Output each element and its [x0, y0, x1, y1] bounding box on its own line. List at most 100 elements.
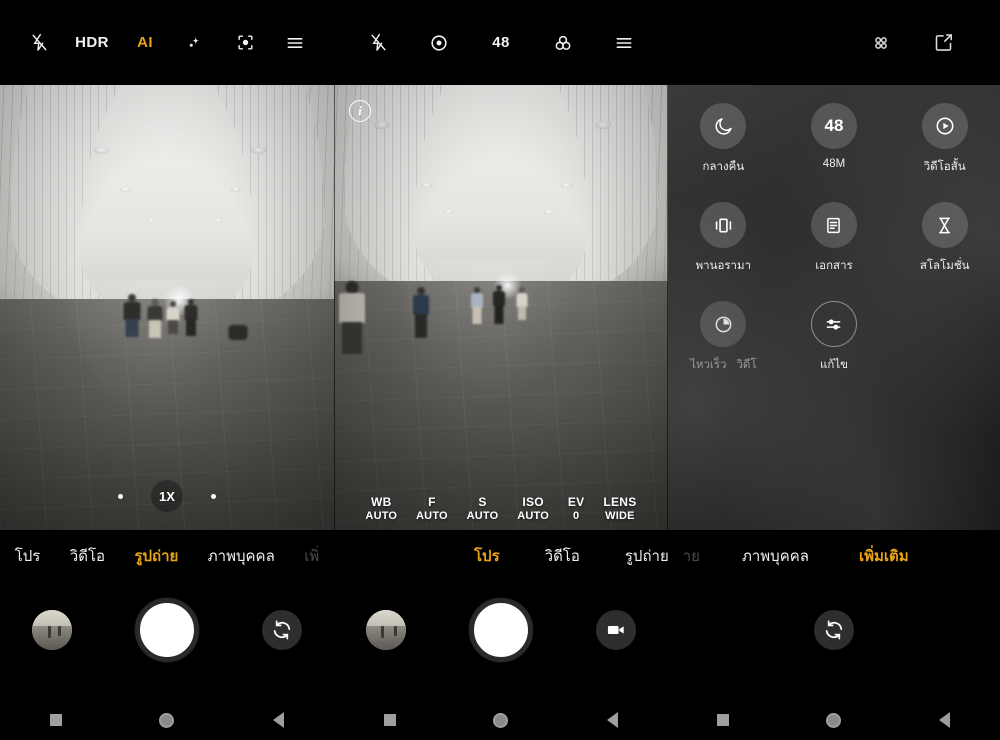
person-figure	[514, 287, 529, 321]
nav-group-1	[0, 700, 334, 740]
mode-menu-background: กลางคืน 48 48M วิดีโอสั้น พานอรามา เอกสา…	[668, 85, 1000, 530]
android-navigation-bar	[0, 700, 1000, 740]
flash-off-icon[interactable]	[22, 26, 56, 60]
switch-camera-icon[interactable]	[814, 609, 854, 650]
nav-group-2	[334, 700, 668, 740]
mode-tabs-photo: โปร วิดีโอ รูปถ่าย ภาพบุคคล เพิ่	[0, 530, 334, 582]
viewfinder-photo[interactable]: 1X	[0, 85, 334, 530]
mode-48m[interactable]: 48 48M	[779, 103, 890, 202]
tab-photo-ghost[interactable]: าย	[683, 544, 700, 568]
pro-setting-ev[interactable]: EV 0	[568, 495, 585, 524]
panorama-icon	[700, 202, 747, 248]
ai-toggle[interactable]: AI	[128, 26, 162, 60]
person-figure	[337, 280, 367, 355]
mode-grid: กลางคืน 48 48M วิดีโอสั้น พานอรามา เอกสา…	[668, 103, 1000, 400]
camera-panel-photo: HDR AI 1X โปร วิดีโอ รูปถ่าย ภาพบุคคล เพ…	[0, 0, 334, 700]
top-toolbar-photo: HDR AI	[0, 0, 334, 85]
document-icon	[810, 202, 857, 248]
pro-value: AUTO	[517, 510, 550, 523]
switch-camera-icon[interactable]	[262, 609, 303, 650]
back-button[interactable]	[932, 707, 958, 733]
tab-more[interactable]: เพิ่มเติม	[859, 544, 909, 568]
tab-portrait[interactable]: ภาพบุคคล	[742, 544, 809, 568]
lens-scan-icon[interactable]	[228, 26, 262, 60]
pro-setting-wb[interactable]: WB AUTO	[365, 495, 397, 524]
play-circle-icon	[921, 103, 968, 149]
top-toolbar-pro: 48	[334, 0, 668, 85]
tab-pro[interactable]: โปร	[474, 544, 500, 568]
person-figure	[144, 298, 166, 339]
info-icon[interactable]: i	[349, 100, 371, 122]
shutter-button[interactable]	[134, 597, 199, 662]
settings-menu-icon[interactable]	[278, 26, 312, 60]
tab-portrait[interactable]: ภาพบุคคล	[208, 544, 275, 568]
back-button[interactable]	[265, 707, 291, 733]
pro-value: WIDE	[605, 510, 635, 523]
video-camera-icon[interactable]	[596, 609, 637, 650]
mode-label: ไหวเร็ว	[690, 359, 727, 371]
mode-label: พานอรามา	[695, 260, 752, 272]
back-button[interactable]	[599, 707, 625, 733]
mode-label-overlap: วิดีโ	[736, 359, 757, 371]
mode-short-video[interactable]: วิดีโอสั้น	[889, 103, 1000, 202]
pro-key: F	[428, 495, 436, 510]
zoom-control-photo[interactable]: 1X	[0, 480, 334, 512]
pro-setting-iso[interactable]: ISO AUTO	[517, 495, 549, 524]
pro-setting-s[interactable]: S AUTO	[467, 495, 499, 524]
pro-setting-lens[interactable]: LENS WIDE	[603, 495, 636, 524]
hdr-toggle[interactable]: HDR	[72, 26, 112, 60]
mode-slow-motion[interactable]: สโลโมชั่น	[889, 202, 1000, 301]
shutter-button[interactable]	[468, 597, 533, 662]
app-grid-icon[interactable]	[864, 26, 898, 60]
home-button[interactable]	[154, 707, 180, 733]
gallery-thumbnail[interactable]	[31, 609, 72, 650]
gallery-thumbnail[interactable]	[365, 609, 406, 650]
capture-controls-pro	[334, 582, 668, 677]
mode-document[interactable]: เอกสาร	[779, 202, 890, 301]
tab-pro[interactable]: โปร	[15, 544, 41, 568]
mode-label: กลางคืน	[702, 161, 745, 173]
home-button[interactable]	[488, 707, 514, 733]
pro-value: AUTO	[365, 510, 398, 523]
mode-label: สโลโมชั่น	[919, 260, 970, 272]
person-figure	[491, 285, 507, 325]
recents-button[interactable]	[710, 707, 736, 733]
zoom-level-pill[interactable]: 1X	[151, 480, 183, 512]
color-filter-icon[interactable]	[546, 26, 580, 60]
pro-key: S	[478, 495, 487, 510]
pro-key: ISO	[522, 495, 544, 510]
pro-settings-bar: WB AUTO F AUTO S AUTO ISO AUTO EV 0 LENS…	[334, 495, 668, 524]
resolution-48-icon: 48	[810, 103, 857, 149]
sliders-icon	[810, 301, 857, 347]
pro-value: AUTO	[466, 510, 499, 523]
edit-square-icon[interactable]	[926, 26, 960, 60]
person-figure	[227, 323, 249, 343]
zoom-dot-right[interactable]	[211, 493, 216, 499]
mode-time-lapse[interactable]: ไหวเร็ว วิดีโ	[668, 301, 779, 400]
home-button[interactable]	[821, 707, 847, 733]
pro-key: EV	[567, 495, 585, 510]
mode-label: เอกสาร	[815, 260, 853, 272]
tab-video[interactable]: วิดีโอ	[70, 544, 105, 568]
settings-menu-icon[interactable]	[607, 26, 641, 60]
viewfinder-pro[interactable]: i WB AUTO F AUTO S AUTO ISO AUTO EV 0 LE…	[334, 85, 668, 530]
zoom-dot-left[interactable]	[118, 493, 123, 499]
tab-video[interactable]: วิดีโอ	[545, 544, 580, 568]
pro-setting-f[interactable]: F AUTO	[416, 495, 448, 524]
mode-panorama[interactable]: พานอรามา	[668, 202, 779, 301]
sparkle-icon[interactable]	[178, 26, 212, 60]
tab-photo[interactable]: รูปถ่าย	[625, 544, 669, 568]
resolution-48-button[interactable]: 48	[483, 26, 519, 60]
recents-button[interactable]	[43, 707, 69, 733]
tab-photo[interactable]: รูปถ่าย	[134, 544, 178, 568]
timer-icon	[700, 301, 747, 347]
mode-settings[interactable]: แก้ไข	[779, 301, 890, 400]
person-figure	[164, 300, 182, 335]
mode-night[interactable]: กลางคืน	[668, 103, 779, 202]
tab-more-clipped[interactable]: เพิ่	[304, 544, 319, 568]
pro-key: LENS	[603, 495, 637, 510]
metering-icon[interactable]	[422, 26, 456, 60]
recents-button[interactable]	[377, 707, 403, 733]
person-figure	[411, 287, 431, 339]
flash-off-icon[interactable]	[361, 26, 395, 60]
